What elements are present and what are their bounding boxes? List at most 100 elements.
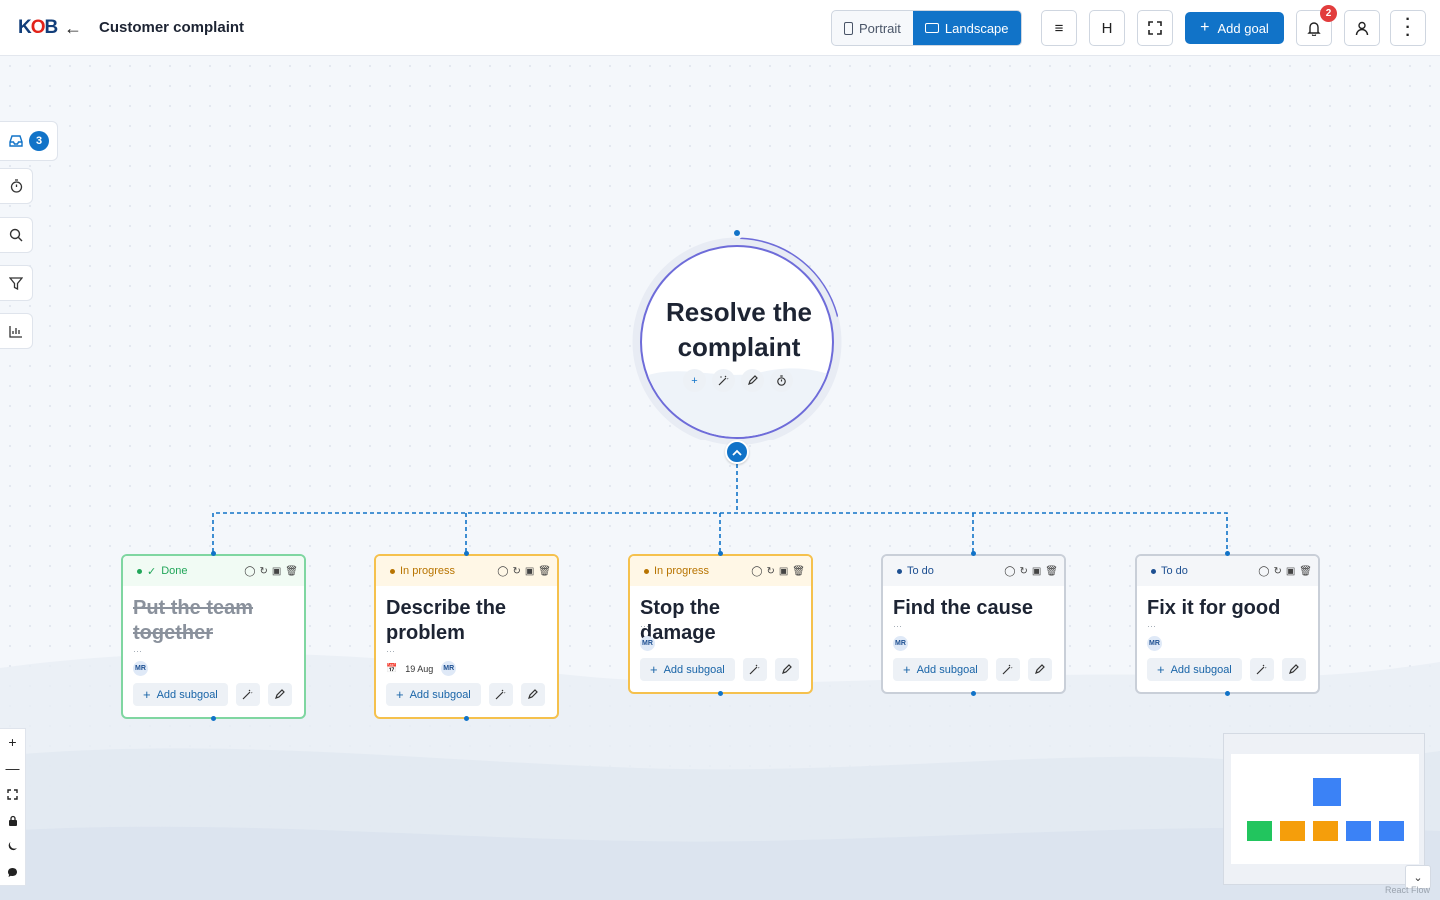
app-logo[interactable]: KOB (18, 17, 58, 39)
stopwatch-icon[interactable]: ◯ (751, 566, 762, 577)
inbox-icon[interactable]: ▣ (1032, 566, 1041, 577)
portrait-label: Portrait (859, 20, 901, 36)
avatar[interactable]: MR (640, 636, 655, 651)
magic-wand-icon[interactable] (995, 658, 1020, 681)
top-connection-port[interactable] (718, 551, 723, 556)
zoom-out-icon[interactable]: — (0, 755, 25, 781)
subgoal-card[interactable]: ✓ Done ◯ ↻ ▣ 🗑 Put the team together ···… (121, 554, 306, 719)
card-title[interactable]: Fix it for good (1137, 586, 1318, 621)
align-button[interactable]: ≡ (1041, 10, 1077, 46)
repeat-icon[interactable]: ↻ (766, 566, 774, 577)
bottom-connection-port[interactable] (1225, 691, 1230, 696)
status-dot-icon (390, 568, 395, 574)
status-badge[interactable]: To do (897, 565, 934, 577)
bottom-connection-port[interactable] (211, 716, 216, 721)
status-badge[interactable]: In progress (390, 565, 455, 577)
card-meta: MR (883, 631, 1064, 651)
repeat-icon[interactable]: ↻ (1019, 566, 1027, 577)
edit-pencil-icon[interactable] (1281, 658, 1306, 681)
add-subgoal-button[interactable]: + Add subgoal (1147, 658, 1242, 681)
edit-pencil-icon[interactable] (267, 683, 292, 706)
status-label: Done (161, 565, 188, 577)
subgoal-card[interactable]: In progress ◯ ↻ ▣ 🗑 Describe the problem… (374, 554, 559, 719)
chat-icon[interactable] (0, 859, 25, 885)
trash-icon[interactable]: 🗑 (285, 566, 298, 577)
landscape-option[interactable]: Landscape (912, 11, 1021, 45)
profile-button[interactable] (1344, 10, 1380, 46)
top-connection-port[interactable] (464, 551, 469, 556)
repeat-icon[interactable]: ↻ (259, 566, 267, 577)
fit-view-icon[interactable] (0, 781, 25, 807)
timer-panel-button[interactable] (0, 168, 33, 204)
magic-wand-icon[interactable] (742, 658, 767, 681)
edit-pencil-icon[interactable] (741, 369, 764, 392)
inbox-panel-button[interactable]: 3 (0, 121, 58, 161)
stats-panel-button[interactable] (0, 313, 33, 349)
add-subgoal-button[interactable]: + Add subgoal (893, 658, 988, 681)
bottom-connection-port[interactable] (464, 716, 469, 721)
zoom-in-icon[interactable]: + (0, 729, 25, 755)
inbox-icon[interactable]: ▣ (1286, 566, 1295, 577)
avatar[interactable]: MR (133, 661, 148, 676)
card-title[interactable]: Describe the problem (376, 586, 557, 646)
stopwatch-icon[interactable]: ◯ (1258, 566, 1269, 577)
add-subgoal-button[interactable]: + Add subgoal (386, 683, 481, 706)
filter-panel-button[interactable] (0, 265, 33, 301)
add-goal-button[interactable]: + Add goal (1185, 12, 1284, 44)
stopwatch-icon[interactable] (770, 369, 793, 392)
stopwatch-icon[interactable]: ◯ (1004, 566, 1015, 577)
card-title[interactable]: Put the team together (123, 586, 304, 646)
inbox-icon[interactable]: ▣ (779, 566, 788, 577)
minimap[interactable] (1223, 733, 1425, 885)
more-button[interactable]: · · · (1390, 10, 1426, 46)
dark-mode-icon[interactable] (0, 833, 25, 859)
top-connection-port[interactable] (1225, 551, 1230, 556)
magic-wand-icon[interactable] (488, 683, 513, 706)
subgoal-card[interactable]: In progress ◯ ↻ ▣ 🗑 Stop the damage ··· … (628, 554, 813, 694)
edit-pencil-icon[interactable] (774, 658, 799, 681)
subgoal-card[interactable]: To do ◯ ↻ ▣ 🗑 Find the cause ··· MR + Ad… (881, 554, 1066, 694)
avatar[interactable]: MR (441, 661, 457, 676)
stopwatch-icon[interactable]: ◯ (244, 566, 255, 577)
subgoal-card[interactable]: To do ◯ ↻ ▣ 🗑 Fix it for good ··· MR + A… (1135, 554, 1320, 694)
card-title[interactable]: Stop the damage (630, 586, 811, 644)
inbox-icon[interactable]: ▣ (272, 566, 281, 577)
magic-wand-icon[interactable] (235, 683, 260, 706)
top-connection-port[interactable] (211, 551, 216, 556)
react-flow-attribution[interactable]: React Flow (1385, 885, 1430, 895)
card-description-placeholder: ··· (133, 646, 142, 656)
magic-wand-icon[interactable] (1249, 658, 1274, 681)
repeat-icon[interactable]: ↻ (1273, 566, 1281, 577)
avatar[interactable]: MR (893, 636, 908, 651)
portrait-option[interactable]: Portrait (832, 11, 913, 45)
bottom-connection-port[interactable] (971, 691, 976, 696)
back-arrow-icon[interactable]: ← (62, 15, 84, 41)
search-icon (9, 228, 23, 242)
add-subgoal-icon[interactable]: + (683, 369, 706, 392)
search-panel-button[interactable] (0, 217, 33, 253)
repeat-icon[interactable]: ↻ (512, 566, 520, 577)
bottom-connection-port[interactable] (718, 691, 723, 696)
trash-icon[interactable]: 🗑 (538, 566, 551, 577)
status-badge[interactable]: In progress (644, 565, 709, 577)
trash-icon[interactable]: 🗑 (1045, 566, 1058, 577)
edit-pencil-icon[interactable] (520, 683, 545, 706)
status-badge[interactable]: To do (1151, 565, 1188, 577)
top-connection-port[interactable] (971, 551, 976, 556)
inbox-icon[interactable]: ▣ (525, 566, 534, 577)
avatar[interactable]: MR (1147, 636, 1162, 651)
heading-button[interactable]: H (1089, 10, 1125, 46)
magic-wand-icon[interactable] (712, 369, 735, 392)
edit-pencil-icon[interactable] (1027, 658, 1052, 681)
collapse-children-button[interactable] (725, 440, 749, 464)
trash-icon[interactable]: 🗑 (1299, 566, 1312, 577)
fullscreen-button[interactable] (1137, 10, 1173, 46)
status-badge[interactable]: ✓ Done (137, 565, 188, 578)
card-title[interactable]: Find the cause (883, 586, 1064, 621)
add-subgoal-button[interactable]: + Add subgoal (133, 683, 228, 706)
stopwatch-icon[interactable]: ◯ (497, 566, 508, 577)
trash-icon[interactable]: 🗑 (792, 566, 805, 577)
root-goal-node[interactable]: Resolve the complaint + (640, 245, 834, 439)
add-subgoal-button[interactable]: + Add subgoal (640, 658, 735, 681)
lock-icon[interactable] (0, 807, 25, 833)
